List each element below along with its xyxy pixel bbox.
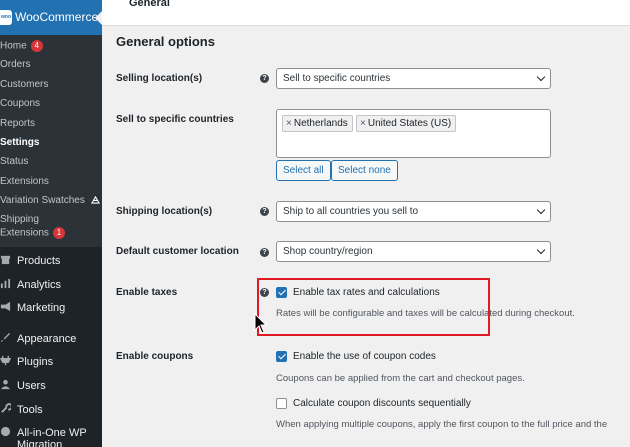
chip-label: United States (US) bbox=[367, 118, 452, 129]
selling-location-label: Selling location(s) bbox=[116, 73, 203, 84]
sequential-discounts-checkbox[interactable] bbox=[276, 398, 287, 409]
submenu-label: Extensions bbox=[0, 176, 49, 187]
enable-coupons-label: Enable coupons bbox=[116, 351, 194, 362]
archive-icon bbox=[0, 255, 11, 265]
paintbrush-icon bbox=[0, 332, 11, 343]
chevron-down-icon bbox=[536, 72, 546, 82]
shipping-location-label: Shipping location(s) bbox=[116, 206, 213, 217]
megaphone-icon bbox=[0, 301, 11, 312]
menu-users[interactable]: Users bbox=[0, 379, 46, 392]
mouse-cursor-icon bbox=[254, 313, 268, 334]
submenu-extensions[interactable]: Extensions bbox=[0, 176, 49, 187]
submenu-home[interactable]: Home 4 bbox=[0, 40, 43, 52]
sequential-discounts-description: When applying multiple coupons, apply th… bbox=[276, 419, 608, 430]
admin-sidebar: woo WooCommerce Home 4 Orders Customers C… bbox=[0, 0, 102, 447]
selling-location-select[interactable]: Sell to specific countries bbox=[276, 68, 551, 89]
bar-chart-icon bbox=[0, 278, 11, 289]
woocommerce-menu-label: WooCommerce bbox=[15, 10, 99, 24]
submenu-shipping-extensions[interactable]: Extensions 1 bbox=[0, 227, 65, 239]
default-customer-location-label: Default customer location bbox=[116, 246, 239, 257]
menu-label: Plugins bbox=[17, 356, 54, 368]
menu-label: Analytics bbox=[17, 279, 62, 291]
submenu-label: Home bbox=[0, 40, 27, 52]
highlight-box bbox=[257, 278, 490, 336]
submenu-status[interactable]: Status bbox=[0, 156, 28, 167]
sell-to-specific-countries-label: Sell to specific countries bbox=[116, 114, 234, 125]
submenu-reports[interactable]: Reports bbox=[0, 118, 35, 129]
help-icon[interactable]: ? bbox=[260, 207, 269, 216]
menu-appearance[interactable]: Appearance bbox=[0, 332, 76, 345]
settings-tabs-bar: General bbox=[102, 0, 630, 26]
submenu-label: Customers bbox=[0, 79, 49, 90]
submenu-shipping[interactable]: Shipping bbox=[0, 214, 39, 225]
menu-label: All-in-One WP bbox=[17, 427, 87, 439]
menu-label: Migration bbox=[17, 439, 63, 447]
woocommerce-menu-header[interactable]: woo WooCommerce bbox=[0, 0, 102, 35]
user-icon bbox=[0, 379, 11, 390]
chip-label: Netherlands bbox=[293, 118, 348, 129]
chevron-down-icon bbox=[536, 245, 546, 255]
select-all-button[interactable]: Select all bbox=[276, 160, 331, 181]
default-customer-location-select[interactable]: Shop country/region bbox=[276, 241, 551, 262]
submenu-label: Variation Swatches bbox=[0, 195, 85, 206]
home-count-badge: 4 bbox=[30, 40, 43, 52]
menu-label: Users bbox=[17, 380, 46, 392]
migration-icon bbox=[0, 426, 11, 437]
remove-chip-icon[interactable]: × bbox=[286, 118, 292, 129]
submenu-label: Reports bbox=[0, 118, 36, 129]
woocommerce-logo-icon: woo bbox=[0, 10, 12, 25]
submenu-customers[interactable]: Customers bbox=[0, 79, 48, 90]
menu-label: Marketing bbox=[17, 302, 66, 314]
submenu-settings[interactable]: Settings bbox=[0, 137, 39, 148]
tab-general[interactable]: General bbox=[129, 0, 170, 9]
shipping-location-select[interactable]: Ship to all countries you sell to bbox=[276, 201, 551, 222]
menu-analytics[interactable]: Analytics bbox=[0, 278, 61, 291]
remove-chip-icon[interactable]: × bbox=[360, 118, 366, 129]
select-none-button[interactable]: Select none bbox=[331, 160, 398, 181]
submenu-label: Extensions bbox=[0, 227, 49, 239]
submenu-label: Orders bbox=[0, 59, 31, 70]
select-value: Ship to all countries you sell to bbox=[283, 206, 419, 217]
country-chip[interactable]: × Netherlands bbox=[282, 115, 353, 132]
enable-taxes-label: Enable taxes bbox=[116, 287, 178, 298]
menu-marketing[interactable]: Marketing bbox=[0, 301, 65, 314]
submenu-label: Status bbox=[0, 156, 29, 167]
menu-label: Tools bbox=[17, 404, 43, 416]
extensions-count-badge: 1 bbox=[52, 227, 65, 239]
menu-products[interactable]: Products bbox=[0, 254, 60, 267]
chevron-down-icon bbox=[536, 205, 546, 215]
menu-migration-label[interactable]: Migration bbox=[17, 439, 62, 447]
enable-coupons-checkbox[interactable] bbox=[276, 351, 287, 362]
submenu-label: Coupons bbox=[0, 98, 41, 109]
submenu-orders[interactable]: Orders bbox=[0, 59, 31, 70]
submenu-label: Settings bbox=[0, 137, 40, 148]
menu-plugins[interactable]: Plugins bbox=[0, 355, 53, 368]
country-chip[interactable]: × United States (US) bbox=[356, 115, 457, 132]
wrench-icon bbox=[1, 403, 11, 413]
submenu-label: Shipping bbox=[0, 214, 39, 225]
select-value: Sell to specific countries bbox=[283, 73, 391, 84]
menu-label: Appearance bbox=[17, 333, 77, 345]
enable-coupons-checkbox-label[interactable]: Enable the use of coupon codes bbox=[293, 351, 436, 362]
menu-label: Products bbox=[17, 255, 61, 267]
page-title: General options bbox=[116, 34, 215, 49]
submenu-coupons[interactable]: Coupons bbox=[0, 98, 40, 109]
swatches-icon bbox=[90, 195, 100, 204]
select-value: Shop country/region bbox=[283, 246, 373, 257]
enable-coupons-description: Coupons can be applied from the cart and… bbox=[276, 373, 525, 384]
current-menu-arrow-icon bbox=[95, 11, 102, 25]
menu-all-in-one-wp-migration[interactable]: All-in-One WP bbox=[0, 426, 87, 439]
countries-multiselect[interactable]: × Netherlands × United States (US) bbox=[276, 109, 551, 158]
menu-tools[interactable]: Tools bbox=[0, 403, 43, 416]
sequential-discounts-checkbox-label[interactable]: Calculate coupon discounts sequentially bbox=[293, 398, 471, 409]
help-icon[interactable]: ? bbox=[260, 248, 269, 257]
settings-content: General General options Selling location… bbox=[102, 0, 630, 447]
submenu-variation-swatches[interactable]: Variation Swatches bbox=[0, 195, 100, 206]
help-icon[interactable]: ? bbox=[260, 74, 269, 83]
plug-icon bbox=[0, 355, 11, 366]
